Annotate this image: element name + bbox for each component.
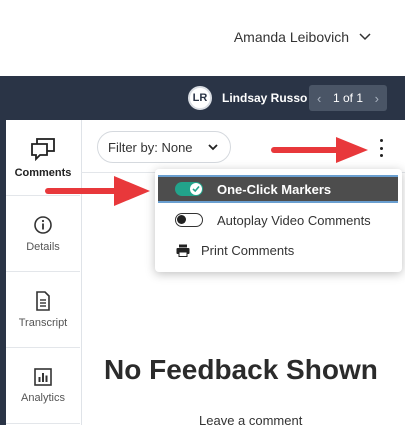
sidebar-item-label: Analytics — [20, 391, 66, 404]
avatar: LR — [188, 86, 212, 110]
sidebar-item-label: Details — [26, 240, 60, 253]
document-icon — [36, 290, 50, 311]
account-menu[interactable]: Amanda Leibovich — [234, 29, 371, 45]
account-name: Amanda Leibovich — [233, 29, 349, 45]
empty-state-title: No Feedback Shown — [104, 354, 378, 385]
sidebar-item-analytics[interactable]: Analytics — [6, 348, 80, 424]
comments-icon — [31, 137, 55, 161]
info-icon — [34, 215, 52, 234]
menu-item-print-comments[interactable]: Print Comments — [155, 236, 402, 264]
toggle-switch[interactable] — [175, 182, 203, 196]
chevron-down-icon — [359, 33, 371, 41]
printer-icon — [176, 244, 190, 257]
menu-item-one-click-markers[interactable]: One-Click Markers — [158, 175, 398, 203]
check-icon — [190, 183, 202, 195]
menu-item-label: Autoplay Video Comments — [217, 212, 371, 228]
chart-icon — [34, 367, 52, 386]
annotation-arrow-icon — [271, 137, 368, 163]
sidebar-item-transcript[interactable]: Transcript — [6, 272, 80, 348]
more-options-icon[interactable] — [377, 139, 385, 157]
menu-item-autoplay-video-comments[interactable]: Autoplay Video Comments — [155, 206, 402, 234]
filter-dropdown[interactable]: Filter by: None — [97, 131, 231, 163]
chevron-right-icon[interactable]: › — [375, 91, 379, 106]
sidebar-item-label: Transcript — [18, 316, 68, 329]
toggle-switch[interactable] — [175, 213, 203, 227]
leave-comment-link[interactable]: Leave a comment — [199, 413, 302, 428]
menu-item-label: One-Click Markers — [217, 181, 332, 197]
menu-item-label: Print Comments — [201, 242, 295, 258]
reviewer-name: Lindsay Russo — [222, 91, 308, 105]
filter-label: Filter by: None — [108, 139, 193, 155]
pager-text: 1 of 1 — [332, 91, 364, 105]
chevron-left-icon[interactable]: ‹ — [317, 91, 321, 106]
annotation-arrow-icon — [45, 176, 150, 206]
pager: ‹ 1 of 1 › — [309, 85, 387, 111]
options-menu: One-Click Markers Autoplay Video Comment… — [155, 169, 402, 272]
chevron-down-icon — [208, 143, 218, 150]
